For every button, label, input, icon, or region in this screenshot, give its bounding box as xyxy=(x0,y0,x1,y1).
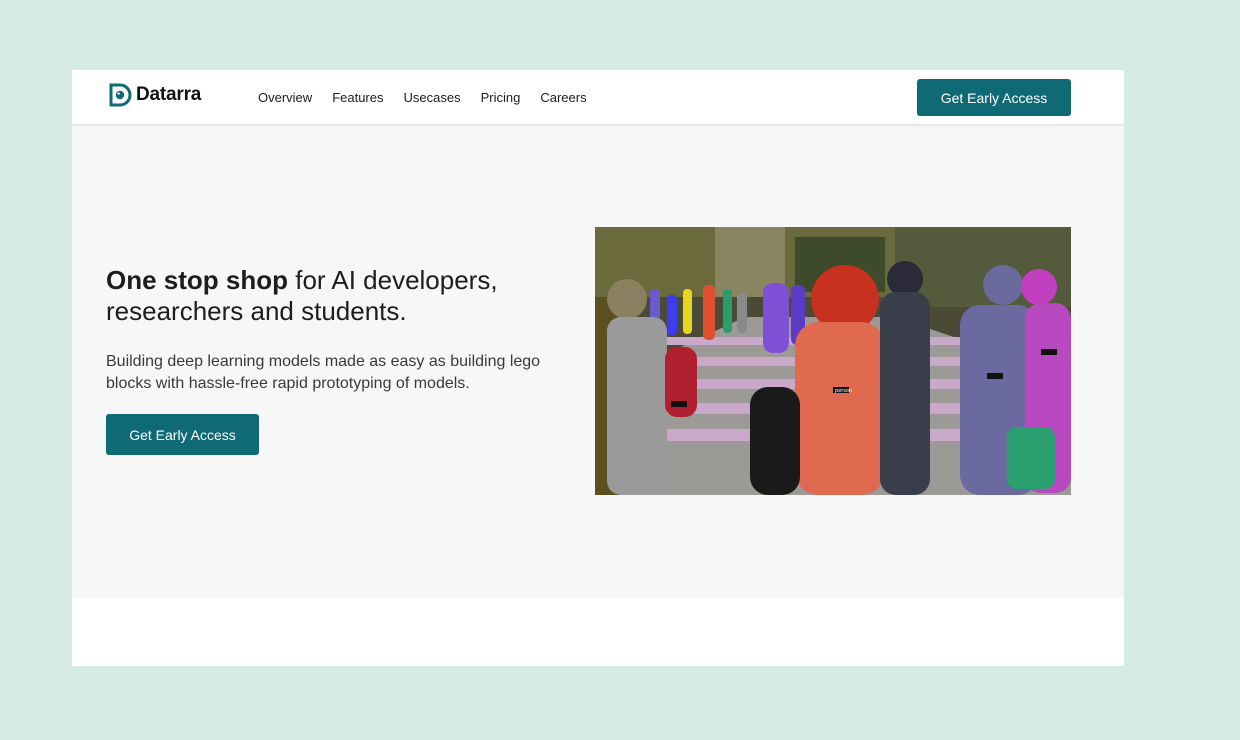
datarra-logo-icon xyxy=(109,83,132,107)
nav-link-overview[interactable]: Overview xyxy=(258,90,312,105)
segmentation-illustration: person xyxy=(595,227,1071,495)
lower-section xyxy=(72,598,1124,666)
brand-logo[interactable]: Datarra xyxy=(108,83,201,107)
page-frame: Datarra Overview Features Usecases Prici… xyxy=(72,70,1124,666)
hero-get-early-access-button[interactable]: Get Early Access xyxy=(106,414,259,455)
nav-link-careers[interactable]: Careers xyxy=(540,90,586,105)
nav-get-early-access-button[interactable]: Get Early Access xyxy=(917,79,1071,116)
nav-link-pricing[interactable]: Pricing xyxy=(481,90,521,105)
hero-headline-bold: One stop shop xyxy=(106,265,288,295)
top-navbar: Datarra Overview Features Usecases Prici… xyxy=(72,70,1124,125)
main-menu: Overview Features Usecases Pricing Caree… xyxy=(258,70,607,124)
hero-headline: One stop shop for AI developers, researc… xyxy=(106,265,566,327)
hero-image: person xyxy=(595,227,1071,495)
nav-link-features[interactable]: Features xyxy=(332,90,383,105)
hero-section: One stop shop for AI developers, researc… xyxy=(72,125,1124,598)
brand-name: Datarra xyxy=(136,84,202,105)
segment-tag: person xyxy=(835,388,852,394)
hero-subtext: Building deep learning models made as ea… xyxy=(106,353,541,392)
nav-link-usecases[interactable]: Usecases xyxy=(404,90,461,105)
